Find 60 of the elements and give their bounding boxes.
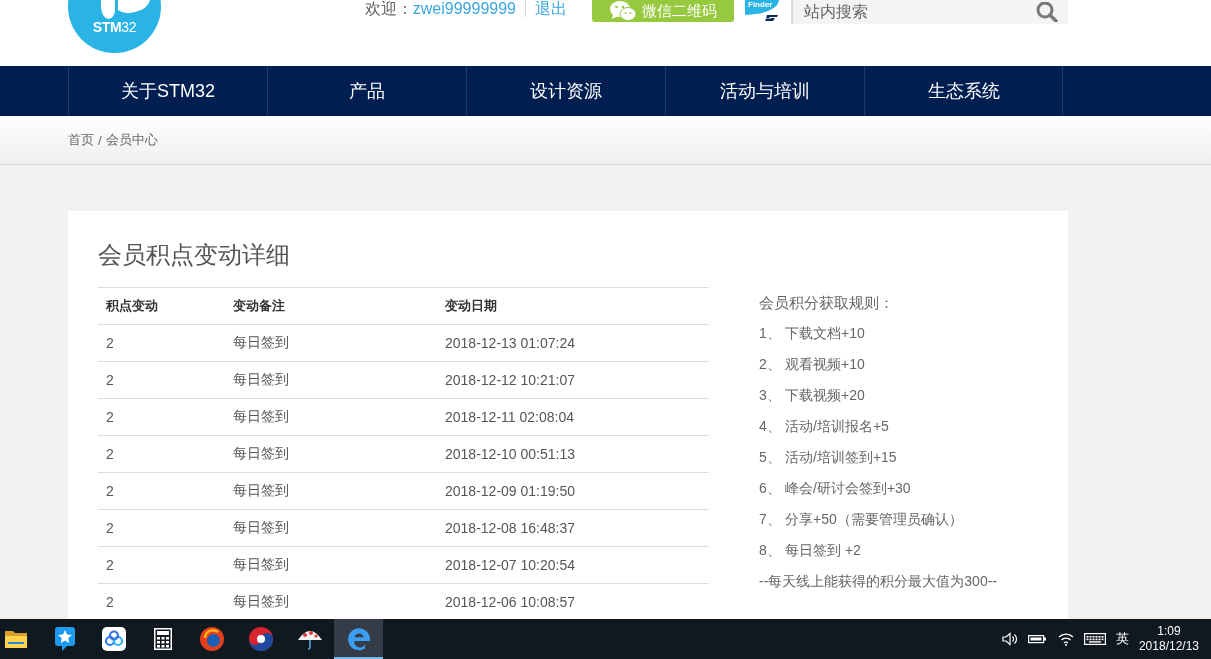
table-cell-text: 2018-12-08 16:48:37 (444, 519, 576, 538)
breadcrumb-current: 会员中心 (105, 131, 158, 149)
table-cell-text: 每日签到 (232, 407, 290, 426)
table-cell-text: 每日签到 (232, 370, 290, 389)
search-field[interactable]: 站内搜索 (791, 0, 1068, 24)
column-header: 积点变动 (105, 297, 159, 315)
table-cell-text: 2 (105, 445, 115, 464)
rings-icon (101, 627, 126, 651)
rule-item: 2、 观看视频+10 (759, 355, 866, 374)
table-cell-text: 每日签到 (232, 481, 290, 500)
calculator-icon (153, 628, 172, 650)
table-cell-text: 每日签到 (232, 518, 290, 537)
table-cell-text: 每日签到 (232, 333, 290, 352)
column-header: 变动日期 (444, 297, 498, 315)
wifi-icon[interactable] (1057, 632, 1074, 646)
breadcrumb-link[interactable]: 首页 (68, 131, 94, 149)
star-bubble-icon (54, 627, 75, 651)
battery-icon[interactable] (1027, 633, 1048, 645)
table-cell-text: 2 (105, 556, 115, 575)
table-cell-text: 2018-12-12 10:21:07 (444, 371, 576, 390)
umbrella-icon (296, 628, 323, 650)
input-language-indicator[interactable]: 英 (1115, 630, 1129, 648)
table-cell-text: 2 (105, 593, 115, 612)
table-cell-text: 2018-12-07 10:20:54 (444, 556, 576, 575)
rule-item: 4、 活动/培训报名+5 (759, 417, 890, 436)
logo-mark-icon (765, 15, 779, 21)
clock-date[interactable]: 2018/12/13 (1138, 639, 1199, 654)
card-title: 会员积点变动详细 (98, 240, 291, 270)
table-cell-text: 2 (105, 371, 115, 390)
rule-item: 8、 每日签到 +2 (759, 541, 862, 560)
table-cell-text: 2 (105, 334, 115, 353)
e-logo-icon (346, 627, 371, 651)
table-cell-text: 2 (105, 519, 115, 538)
keyboard-icon[interactable] (1083, 633, 1106, 645)
table-cell-text: 2 (105, 408, 115, 427)
table-cell-text: 每日签到 (232, 444, 290, 463)
rule-item: 3、 下载视频+20 (759, 386, 866, 405)
search-icon[interactable] (1036, 2, 1058, 22)
breadcrumb-separator: / (98, 132, 102, 148)
table-cell-text: 2018-12-13 01:07:24 (444, 334, 576, 353)
orb-icon (199, 627, 224, 651)
welcome-label: 欢迎： (364, 0, 413, 17)
rule-item: 6、 峰会/研讨会签到+30 (759, 479, 912, 498)
table-cell-text: 2018-12-10 00:51:13 (444, 445, 576, 464)
folder-icon (5, 630, 27, 648)
clock-time[interactable]: 1:09 (1157, 624, 1181, 639)
rule-item: 7、 分享+50（需要管理员确认） (759, 510, 964, 529)
table-cell-text: 每日签到 (232, 555, 290, 574)
table-cell-text: 2018-12-11 02:08:04 (444, 408, 575, 427)
column-header: 变动备注 (232, 297, 286, 315)
speaker-icon[interactable] (1001, 632, 1018, 646)
rules-note: --每天线上能获得的积分最大值为300-- (759, 572, 997, 591)
table-cell-text: 2018-12-06 10:08:57 (444, 593, 576, 612)
table-cell-text: 2018-12-09 01:19:50 (444, 482, 576, 501)
rules-title: 会员积分获取规则： (759, 293, 895, 313)
table-cell-text: 每日签到 (232, 592, 290, 611)
swirl-icon (248, 627, 273, 651)
table-cell-text: 2 (105, 482, 115, 501)
rule-item: 5、 活动/培训签到+15 (759, 448, 898, 467)
rule-item: 1、 下载文档+10 (759, 324, 866, 343)
